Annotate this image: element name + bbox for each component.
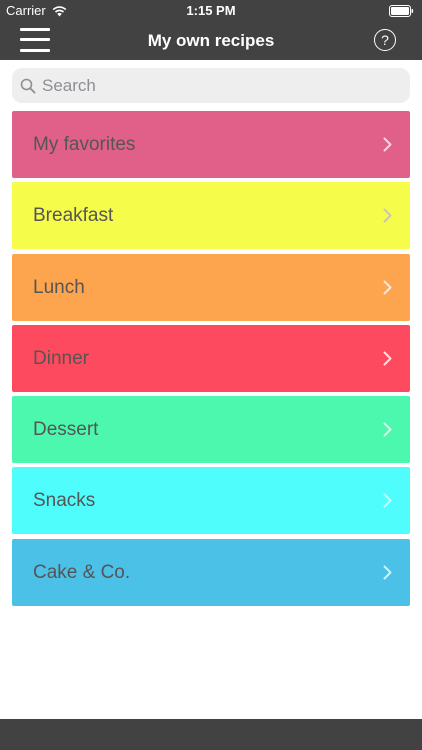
- nav-bar: My own recipes ?: [0, 22, 422, 60]
- app-screen: Carrier 1:15 PM My own recipes ? Search …: [0, 0, 422, 750]
- category-label: Breakfast: [33, 205, 114, 227]
- category-label: Lunch: [33, 276, 85, 298]
- category-label: Dessert: [33, 419, 99, 441]
- chevron-right-icon: [383, 208, 392, 223]
- chevron-right-icon: [383, 137, 392, 152]
- bottom-toolbar: [0, 719, 422, 750]
- search-input[interactable]: [42, 75, 382, 96]
- status-time: 1:15 PM: [186, 3, 236, 18]
- category-label: Dinner: [33, 347, 89, 369]
- category-list: My favorites Breakfast Lunch Dinner Dess…: [12, 111, 410, 610]
- chevron-right-icon: [383, 565, 392, 580]
- category-item-snacks[interactable]: Snacks: [12, 467, 410, 535]
- category-item-cake-and-co[interactable]: Cake & Co.: [12, 538, 410, 606]
- status-bar: Carrier 1:15 PM: [0, 0, 422, 22]
- chevron-right-icon: [383, 422, 392, 437]
- hamburger-icon-line: [20, 38, 50, 41]
- hamburger-icon: [20, 28, 50, 31]
- menu-button[interactable]: [20, 27, 50, 53]
- hamburger-icon-line: [20, 49, 50, 52]
- help-button[interactable]: ?: [374, 29, 396, 51]
- category-item-breakfast[interactable]: Breakfast: [12, 182, 410, 250]
- category-item-dessert[interactable]: Dessert: [12, 396, 410, 464]
- category-label: My favorites: [33, 134, 136, 155]
- chevron-right-icon: [383, 493, 392, 508]
- category-label: Cake & Co.: [33, 561, 131, 583]
- search-icon: [20, 78, 36, 94]
- category-item-dinner[interactable]: Dinner: [12, 324, 410, 392]
- search-bar[interactable]: [12, 68, 410, 103]
- chevron-right-icon: [383, 351, 392, 366]
- chevron-right-icon: [383, 280, 392, 295]
- page-title: My own recipes: [147, 31, 275, 50]
- category-label: Snacks: [33, 490, 96, 512]
- battery-icon: [389, 5, 414, 17]
- category-item-my-favorites[interactable]: My favorites: [12, 111, 410, 178]
- category-item-lunch[interactable]: Lunch: [12, 253, 410, 321]
